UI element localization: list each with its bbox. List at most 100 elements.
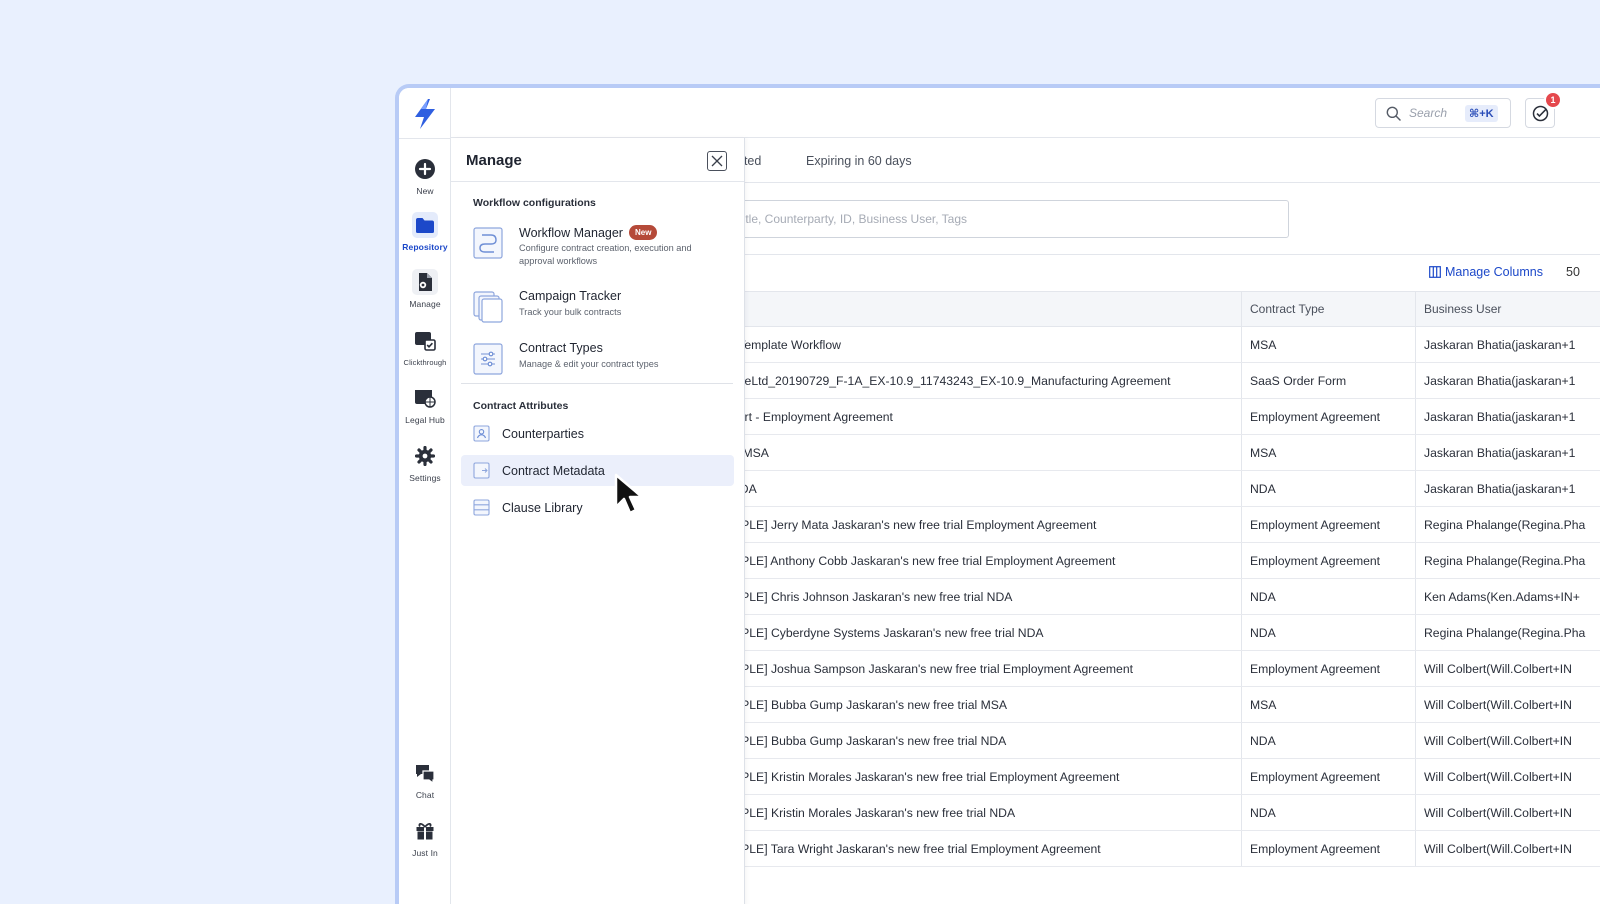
business-user-cell: Will Colbert(Will.Colbert+IN	[1415, 687, 1600, 722]
contract-title-cell: MPLE] Kristin Morales Jaskaran's new fre…	[731, 769, 1120, 784]
close-icon	[711, 155, 723, 167]
section-contract-attributes: Contract Attributes	[473, 400, 569, 412]
campaign-tracker-item[interactable]: Campaign Tracker Track your bulk contrac…	[473, 289, 723, 335]
tasks-button[interactable]: 1	[1525, 91, 1562, 128]
nav-item-clickthrough[interactable]: Clickthrough	[399, 328, 451, 367]
clause-library-item[interactable]: Clause Library	[461, 492, 734, 523]
sliders-icon	[473, 343, 503, 375]
contract-metadata-label: Contract Metadata	[502, 463, 605, 478]
workflow-manager-label: Workflow Manager	[519, 225, 623, 240]
business-user-cell: Will Colbert(Will.Colbert+IN	[1415, 723, 1600, 758]
contract-title-cell: MPLE] Kristin Morales Jaskaran's new fre…	[731, 805, 1016, 820]
business-user-cell: Jaskaran Bhatia(jaskaran+1	[1415, 363, 1600, 398]
contract-title-cell: MPLE] Joshua Sampson Jaskaran's new free…	[731, 661, 1133, 676]
business-user-cell: Regina Phalange(Regina.Pha	[1415, 507, 1600, 542]
contract-title-cell: MPLE] Cyberdyne Systems Jaskaran's new f…	[731, 625, 1044, 640]
contract-title-cell: MPLE] Chris Johnson Jaskaran's new free …	[731, 589, 1013, 604]
contract-type-cell: NDA	[1241, 723, 1415, 758]
check-circle-icon	[1532, 105, 1548, 121]
legal-hub-icon	[412, 385, 438, 411]
contract-title-cell: odeLtd_20190729_F-1A_EX-10.9_11743243_EX…	[731, 373, 1171, 388]
columns-icon	[1429, 266, 1441, 278]
manage-columns-button[interactable]: Manage Columns	[1429, 265, 1543, 279]
header-contract-type[interactable]: Contract Type	[1241, 292, 1415, 326]
clickthrough-icon	[412, 328, 438, 354]
contract-title-cell: MPLE] Bubba Gump Jaskaran's new free tri…	[731, 697, 1007, 712]
close-panel-button[interactable]	[707, 151, 727, 171]
contract-type-cell: Employment Agreement	[1241, 651, 1415, 686]
business-user-cell: Will Colbert(Will.Colbert+IN	[1415, 759, 1600, 794]
workflow-manager-item[interactable]: Workflow Manager New Configure contract …	[473, 225, 723, 271]
contract-title-cell: NDA	[731, 471, 1231, 506]
workflow-manager-title: Workflow Manager New	[519, 225, 658, 240]
nav-item-new[interactable]: New	[399, 156, 451, 196]
folder-icon	[412, 212, 438, 238]
mouse-cursor-icon	[614, 473, 644, 515]
counterparties-item[interactable]: Counterparties	[461, 418, 734, 449]
contract-types-desc: Manage & edit your contract types	[519, 359, 659, 369]
business-user-cell: Will Colbert(Will.Colbert+IN	[1415, 795, 1600, 830]
nav-label: Just In	[412, 848, 438, 858]
contract-types-item[interactable]: Contract Types Manage & edit your contra…	[473, 341, 723, 387]
nav-item-legal-hub[interactable]: Legal Hub	[399, 385, 451, 425]
nav-label: Manage	[409, 299, 441, 309]
nav-item-just-in[interactable]: Just In	[399, 818, 451, 858]
business-user-cell: Regina Phalange(Regina.Pha	[1415, 615, 1600, 650]
header-business-user[interactable]: Business User	[1415, 292, 1600, 326]
contract-types-title: Contract Types	[519, 341, 603, 355]
business-user-cell: Will Colbert(Will.Colbert+IN	[1415, 831, 1600, 866]
business-user-cell: Ken Adams(Ken.Adams+IN+	[1415, 579, 1600, 614]
search-icon	[1386, 106, 1401, 121]
contract-type-cell: MSA	[1241, 327, 1415, 362]
workflow-icon	[473, 227, 503, 259]
nav-label: Legal Hub	[405, 415, 445, 425]
new-badge: New	[628, 225, 658, 240]
metadata-icon	[473, 462, 490, 479]
contract-metadata-item[interactable]: Contract Metadata	[461, 455, 734, 486]
contract-title-cell: MPLE] Jerry Mata Jaskaran's new free tri…	[731, 517, 1097, 532]
business-user-cell: Jaskaran Bhatia(jaskaran+1	[1415, 471, 1600, 506]
contract-title-cell: MPLE] Tara Wright Jaskaran's new free tr…	[731, 841, 1101, 856]
contract-type-cell: MSA	[1241, 435, 1415, 470]
contract-title-cell: MPLE] Bubba Gump Jaskaran's new free tri…	[731, 733, 1007, 748]
contract-type-cell: NDA	[1241, 471, 1415, 506]
nav-item-repository[interactable]: Repository	[399, 212, 451, 252]
top-bar: Search ⌘+K 1	[451, 88, 1600, 138]
tab-expiring[interactable]: Expiring in 60 days	[806, 154, 912, 168]
gear-icon	[412, 443, 438, 469]
nav-label: Chat	[415, 790, 435, 800]
business-user-cell: Jaskaran Bhatia(jaskaran+1	[1415, 435, 1600, 470]
lightning-logo-icon[interactable]	[411, 98, 439, 130]
contract-type-cell: SaaS Order Form	[1241, 363, 1415, 398]
left-nav-rail: New Repository Manage Clickthrough Legal	[399, 88, 451, 904]
plus-circle-icon	[412, 156, 438, 182]
search-shortcut: ⌘+K	[1465, 104, 1498, 122]
contract-title-cell: - Template Workflow	[731, 337, 841, 352]
contract-title-cell: V MSA	[731, 445, 769, 460]
panel-title: Manage	[466, 152, 522, 169]
repository-search-input[interactable]: by Title, Counterparty, ID, Business Use…	[679, 200, 1289, 238]
contract-title-cell: MPLE] Anthony Cobb Jaskaran's new free t…	[731, 553, 1116, 568]
nav-label: Clickthrough	[403, 358, 447, 367]
global-search[interactable]: Search ⌘+K	[1375, 98, 1511, 128]
counterparties-label: Counterparties	[502, 426, 584, 441]
nav-item-settings[interactable]: Settings	[399, 443, 451, 483]
notification-badge: 1	[1544, 91, 1562, 109]
contract-type-cell: Employment Agreement	[1241, 759, 1415, 794]
nav-item-chat[interactable]: Chat	[399, 760, 451, 800]
workflow-manager-desc: Configure contract creation, execution a…	[519, 243, 692, 266]
header-title[interactable]	[731, 292, 1231, 326]
campaign-tracker-desc: Track your bulk contracts	[519, 307, 622, 317]
clause-library-label: Clause Library	[502, 500, 583, 515]
panel-divider	[461, 383, 733, 384]
business-user-cell: Jaskaran Bhatia(jaskaran+1	[1415, 327, 1600, 362]
app-window: New Repository Manage Clickthrough Legal	[395, 84, 1600, 904]
gift-icon	[412, 818, 438, 844]
nav-label: New	[416, 186, 434, 196]
nav-item-manage[interactable]: Manage	[399, 269, 451, 309]
contract-title-cell: bert - Employment Agreement	[731, 409, 893, 424]
business-user-cell: Jaskaran Bhatia(jaskaran+1	[1415, 399, 1600, 434]
rail-divider	[399, 138, 451, 139]
contract-type-cell: MSA	[1241, 687, 1415, 722]
business-user-cell: Regina Phalange(Regina.Pha	[1415, 543, 1600, 578]
